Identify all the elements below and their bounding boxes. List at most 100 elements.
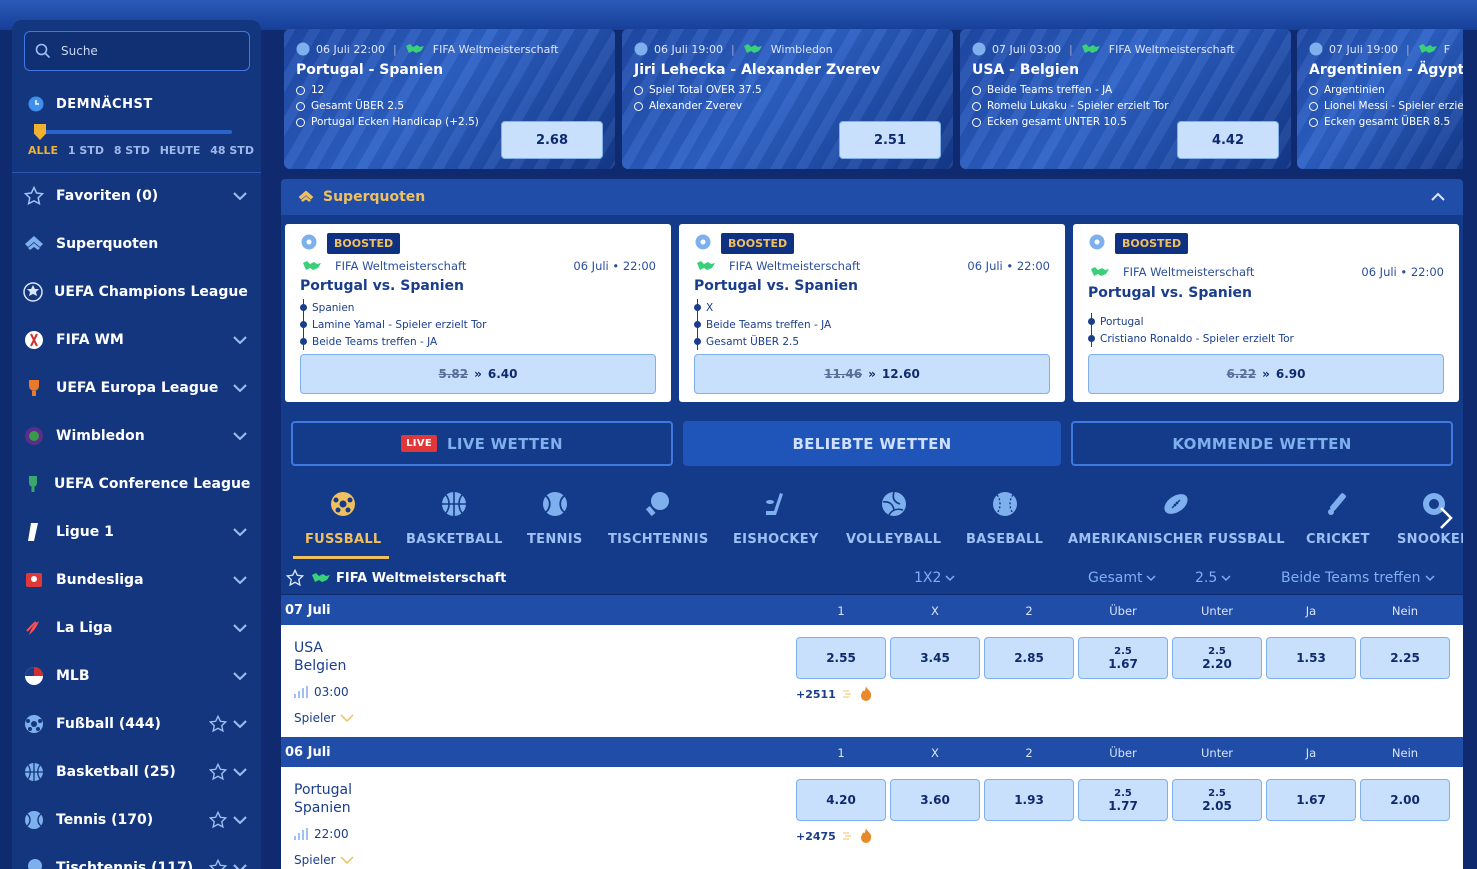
boosted-card[interactable]: BOOSTED FIFA Weltmeisterschaft 06 Juli •… (1073, 224, 1459, 402)
chevron-down-icon[interactable] (231, 811, 249, 829)
market-select-total[interactable]: Gesamt (1088, 570, 1156, 586)
chevron-down-icon[interactable] (231, 619, 249, 637)
sidebar-item-bundesliga[interactable]: Bundesliga (12, 556, 261, 604)
odds-button-no[interactable]: 2.25 (1360, 637, 1450, 679)
sidebar-item-fifa-wm[interactable]: FIFA WM (12, 316, 261, 364)
sport-tennis[interactable]: TENNIS (527, 490, 583, 547)
featured-card[interactable]: 07 Juli 03:00 | FIFA Weltmeisterschaft U… (960, 29, 1291, 169)
favorite-star-icon[interactable] (209, 811, 227, 829)
sport-cricket[interactable]: CRICKET (1306, 490, 1370, 547)
sidebar-item-conference-league[interactable]: UEFA Conference League (12, 460, 261, 508)
chevron-down-icon[interactable] (231, 715, 249, 733)
chevron-down-icon[interactable] (231, 427, 249, 445)
market-select-btts[interactable]: Beide Teams treffen (1281, 570, 1435, 586)
selection-item: Spanien (299, 299, 486, 316)
sidebar-item-basketball[interactable]: Basketball (25) (12, 748, 261, 796)
sidebar-item-tennis[interactable]: Tennis (170) (12, 796, 261, 844)
sidebar-item-football[interactable]: Fußball (444) (12, 700, 261, 748)
sidebar-item-europa-league[interactable]: UEFA Europa League (12, 364, 261, 412)
odds-button-home[interactable]: 4.20 (796, 779, 886, 821)
odds-button-away[interactable]: 2.85 (984, 637, 1074, 679)
chevron-down-icon[interactable] (231, 331, 249, 349)
odds-button-over[interactable]: 2.5 1.77 (1078, 779, 1168, 821)
tab-live-bets[interactable]: LIVE LIVE WETTEN (291, 421, 673, 466)
market-select-1x2[interactable]: 1X2 (914, 570, 955, 586)
boosted-odds-button[interactable]: 5.82 » 6.40 (300, 354, 656, 394)
search-input[interactable]: Suche (24, 31, 250, 71)
favorite-star-icon[interactable] (209, 859, 227, 869)
new-odds: 12.60 (881, 367, 920, 381)
sidebar-item-champions-league[interactable]: UEFA Champions League (12, 268, 261, 316)
time-filter-today[interactable]: HEUTE (160, 144, 201, 157)
odds-button-yes[interactable]: 1.67 (1266, 779, 1356, 821)
chevron-up-icon[interactable] (1429, 188, 1447, 206)
slider-thumb[interactable] (34, 124, 46, 140)
boosted-card[interactable]: BOOSTED FIFA Weltmeisterschaft 06 Juli •… (679, 224, 1065, 402)
time-filter-8h[interactable]: 8 STD (114, 144, 150, 157)
market-select-line[interactable]: 2.5 (1195, 570, 1231, 586)
chevron-down-icon[interactable] (231, 667, 249, 685)
boosted-odds-button[interactable]: 11.46 » 12.60 (694, 354, 1050, 394)
odds-button-under[interactable]: 2.5 2.05 (1172, 779, 1262, 821)
favorite-star-icon[interactable] (209, 715, 227, 733)
odds-button-no[interactable]: 2.00 (1360, 779, 1450, 821)
sidebar-item-favorites[interactable]: Favoriten (0) (12, 172, 261, 220)
sidebar-item-wimbledon[interactable]: Wimbledon (12, 412, 261, 460)
player-toggle[interactable]: Spieler (294, 711, 354, 725)
sidebar-item-superquoten[interactable]: Superquoten (12, 220, 261, 268)
odds-button-yes[interactable]: 1.53 (1266, 637, 1356, 679)
sidebar-item-mlb[interactable]: MLB (12, 652, 261, 700)
soon-label: DEMNÄCHST (56, 96, 153, 112)
sport-ice-hockey[interactable]: EISHOCKEY (733, 490, 819, 547)
sport-american-football[interactable]: AMERIKANISCHER FUSSBALL (1068, 490, 1285, 547)
chevron-right-icon[interactable] (1436, 504, 1456, 532)
chevron-down-icon[interactable] (231, 187, 249, 205)
featured-card[interactable]: 07 Juli 19:00 | F Argentinien - Ägypten … (1297, 29, 1463, 169)
more-markets[interactable]: +2511 (796, 686, 872, 702)
baseball-icon (992, 492, 1017, 516)
featured-card[interactable]: 06 Juli 22:00 | FIFA Weltmeisterschaft P… (284, 29, 615, 169)
sport-football[interactable]: FUSSBALL (305, 490, 382, 547)
chevron-down-icon[interactable] (231, 859, 249, 869)
star-icon[interactable] (286, 569, 304, 587)
odds-button-away[interactable]: 1.93 (984, 779, 1074, 821)
sport-volleyball[interactable]: VOLLEYBALL (846, 490, 941, 547)
sport-baseball[interactable]: BASEBALL (966, 490, 1043, 547)
sidebar-item-table-tennis[interactable]: Tischtennis (117) (12, 844, 261, 869)
tab-label: KOMMENDE WETTEN (1172, 434, 1352, 453)
sidebar-item-ligue1[interactable]: Ligue 1 (12, 508, 261, 556)
tab-popular-bets[interactable]: BELIEBTE WETTEN (683, 421, 1061, 466)
odds-button-under[interactable]: 2.5 2.20 (1172, 637, 1262, 679)
odds-button-over[interactable]: 2.5 1.67 (1078, 637, 1168, 679)
sport-table-tennis[interactable]: TISCHTENNIS (608, 490, 709, 547)
boosted-title: Portugal vs. Spanien (300, 278, 465, 294)
match-row[interactable]: Portugal Spanien 22:00 Spieler +2475 4.2… (281, 767, 1463, 869)
player-toggle[interactable]: Spieler (294, 853, 354, 867)
featured-odds-button[interactable]: 2.68 (501, 121, 603, 159)
more-markets[interactable]: +2475 (796, 828, 872, 844)
time-filter-all[interactable]: ALLE (28, 144, 58, 157)
boosted-odds-button[interactable]: 6.22 » 6.90 (1088, 354, 1444, 394)
odds-button-home[interactable]: 2.55 (796, 637, 886, 679)
featured-odds-button[interactable]: 2.51 (839, 121, 941, 159)
odds-button-draw[interactable]: 3.60 (890, 779, 980, 821)
featured-odds-button[interactable]: 4.42 (1177, 121, 1279, 159)
league-header: FIFA Weltmeisterschaft 1X2 Gesamt 2.5 Be… (281, 562, 1463, 594)
time-slider[interactable] (34, 124, 232, 140)
chevron-down-icon[interactable] (231, 571, 249, 589)
sidebar-item-laliga[interactable]: La Liga (12, 604, 261, 652)
superquoten-header[interactable]: Superquoten (281, 179, 1463, 215)
match-row[interactable]: USA Belgien 03:00 Spieler +2511 2.55 3.4… (281, 625, 1463, 737)
boosted-card[interactable]: BOOSTED FIFA Weltmeisterschaft 06 Juli •… (285, 224, 671, 402)
chevron-down-icon[interactable] (231, 523, 249, 541)
chevron-down-icon[interactable] (231, 379, 249, 397)
tab-upcoming-bets[interactable]: KOMMENDE WETTEN (1071, 421, 1453, 466)
favorite-star-icon[interactable] (209, 763, 227, 781)
time-filter-48h[interactable]: 48 STD (210, 144, 254, 157)
featured-card[interactable]: 06 Juli 19:00 | Wimbledon Jiri Lehecka -… (622, 29, 953, 169)
time-filter-1h[interactable]: 1 STD (68, 144, 104, 157)
sport-basketball[interactable]: BASKETBALL (406, 490, 503, 547)
odds-button-draw[interactable]: 3.45 (890, 637, 980, 679)
chevron-down-icon[interactable] (247, 283, 249, 301)
chevron-down-icon[interactable] (231, 763, 249, 781)
